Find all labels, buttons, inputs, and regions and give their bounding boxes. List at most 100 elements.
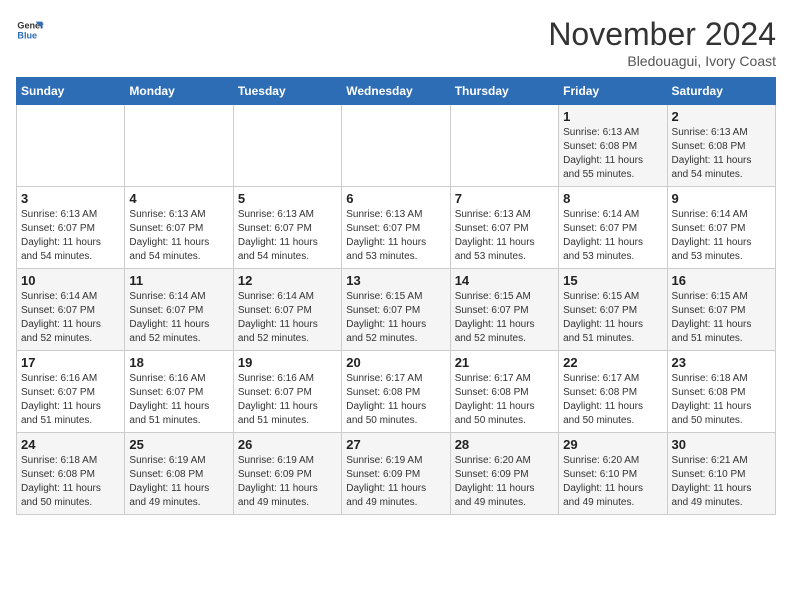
day-info: Sunrise: 6:14 AM Sunset: 6:07 PM Dayligh…: [21, 290, 120, 346]
day-info: Sunrise: 6:19 AM Sunset: 6:09 PM Dayligh…: [238, 454, 337, 510]
page-header: General Blue November 2024 Bledouagui, I…: [16, 16, 776, 69]
month-title: November 2024: [548, 16, 776, 53]
day-cell: [450, 105, 558, 187]
day-number: 9: [672, 191, 771, 206]
day-info: Sunrise: 6:13 AM Sunset: 6:07 PM Dayligh…: [455, 208, 554, 264]
day-number: 13: [346, 273, 445, 288]
day-cell: 6 Sunrise: 6:13 AM Sunset: 6:07 PM Daylig…: [342, 187, 450, 269]
day-info: Sunrise: 6:13 AM Sunset: 6:07 PM Dayligh…: [21, 208, 120, 264]
day-info: Sunrise: 6:16 AM Sunset: 6:07 PM Dayligh…: [238, 372, 337, 428]
day-info: Sunrise: 6:13 AM Sunset: 6:07 PM Dayligh…: [346, 208, 445, 264]
day-cell: 15 Sunrise: 6:15 AM Sunset: 6:07 PM Dayli…: [559, 269, 667, 351]
day-info: Sunrise: 6:14 AM Sunset: 6:07 PM Dayligh…: [563, 208, 662, 264]
day-cell: 28 Sunrise: 6:20 AM Sunset: 6:09 PM Dayli…: [450, 433, 558, 515]
day-number: 22: [563, 355, 662, 370]
day-info: Sunrise: 6:15 AM Sunset: 6:07 PM Dayligh…: [672, 290, 771, 346]
day-cell: 11Sunrise: 6:14 AM Sunset: 6:07 PM Dayli…: [125, 269, 233, 351]
day-number: 21: [455, 355, 554, 370]
day-cell: 2 Sunrise: 6:13 AM Sunset: 6:08 PM Daylig…: [667, 105, 775, 187]
day-info: Sunrise: 6:21 AM Sunset: 6:10 PM Dayligh…: [672, 454, 771, 510]
day-cell: 22 Sunrise: 6:17 AM Sunset: 6:08 PM Dayli…: [559, 351, 667, 433]
weekday-header-wednesday: Wednesday: [342, 78, 450, 105]
day-cell: [233, 105, 341, 187]
day-cell: 16 Sunrise: 6:15 AM Sunset: 6:07 PM Dayli…: [667, 269, 775, 351]
day-number: 14: [455, 273, 554, 288]
day-cell: 26 Sunrise: 6:19 AM Sunset: 6:09 PM Dayli…: [233, 433, 341, 515]
day-cell: 13Sunrise: 6:15 AM Sunset: 6:07 PM Dayli…: [342, 269, 450, 351]
day-cell: 9Sunrise: 6:14 AM Sunset: 6:07 PM Daylig…: [667, 187, 775, 269]
title-block: November 2024 Bledouagui, Ivory Coast: [548, 16, 776, 69]
day-cell: 27Sunrise: 6:19 AM Sunset: 6:09 PM Dayli…: [342, 433, 450, 515]
logo: General Blue: [16, 16, 44, 44]
weekday-header-friday: Friday: [559, 78, 667, 105]
day-cell: 25 Sunrise: 6:19 AM Sunset: 6:08 PM Dayli…: [125, 433, 233, 515]
day-info: Sunrise: 6:15 AM Sunset: 6:07 PM Dayligh…: [455, 290, 554, 346]
svg-text:Blue: Blue: [17, 30, 37, 40]
day-number: 23: [672, 355, 771, 370]
day-number: 29: [563, 437, 662, 452]
week-row-3: 10 Sunrise: 6:14 AM Sunset: 6:07 PM Dayli…: [17, 269, 776, 351]
day-info: Sunrise: 6:18 AM Sunset: 6:08 PM Dayligh…: [672, 372, 771, 428]
weekday-header-sunday: Sunday: [17, 78, 125, 105]
day-cell: 10 Sunrise: 6:14 AM Sunset: 6:07 PM Dayli…: [17, 269, 125, 351]
day-number: 25: [129, 437, 228, 452]
day-number: 24: [21, 437, 120, 452]
week-row-4: 17 Sunrise: 6:16 AM Sunset: 6:07 PM Dayli…: [17, 351, 776, 433]
day-info: Sunrise: 6:13 AM Sunset: 6:07 PM Dayligh…: [238, 208, 337, 264]
day-cell: 14 Sunrise: 6:15 AM Sunset: 6:07 PM Dayli…: [450, 269, 558, 351]
day-number: 2: [672, 109, 771, 124]
day-number: 19: [238, 355, 337, 370]
day-number: 10: [21, 273, 120, 288]
day-cell: 18 Sunrise: 6:16 AM Sunset: 6:07 PM Dayli…: [125, 351, 233, 433]
day-number: 15: [563, 273, 662, 288]
day-cell: 8Sunrise: 6:14 AM Sunset: 6:07 PM Daylig…: [559, 187, 667, 269]
day-number: 27: [346, 437, 445, 452]
day-cell: 12 Sunrise: 6:14 AM Sunset: 6:07 PM Dayli…: [233, 269, 341, 351]
day-info: Sunrise: 6:13 AM Sunset: 6:07 PM Dayligh…: [129, 208, 228, 264]
week-row-2: 3 Sunrise: 6:13 AM Sunset: 6:07 PM Daylig…: [17, 187, 776, 269]
day-info: Sunrise: 6:19 AM Sunset: 6:08 PM Dayligh…: [129, 454, 228, 510]
day-cell: [342, 105, 450, 187]
day-cell: [17, 105, 125, 187]
day-cell: 30 Sunrise: 6:21 AM Sunset: 6:10 PM Dayli…: [667, 433, 775, 515]
day-cell: [125, 105, 233, 187]
day-info: Sunrise: 6:20 AM Sunset: 6:09 PM Dayligh…: [455, 454, 554, 510]
day-number: 18: [129, 355, 228, 370]
day-info: Sunrise: 6:17 AM Sunset: 6:08 PM Dayligh…: [346, 372, 445, 428]
day-number: 6: [346, 191, 445, 206]
day-cell: 5 Sunrise: 6:13 AM Sunset: 6:07 PM Daylig…: [233, 187, 341, 269]
day-cell: 23 Sunrise: 6:18 AM Sunset: 6:08 PM Dayli…: [667, 351, 775, 433]
day-number: 28: [455, 437, 554, 452]
location: Bledouagui, Ivory Coast: [548, 53, 776, 69]
day-number: 26: [238, 437, 337, 452]
week-row-1: 1 Sunrise: 6:13 AM Sunset: 6:08 PM Daylig…: [17, 105, 776, 187]
day-info: Sunrise: 6:13 AM Sunset: 6:08 PM Dayligh…: [672, 126, 771, 182]
day-info: Sunrise: 6:18 AM Sunset: 6:08 PM Dayligh…: [21, 454, 120, 510]
day-cell: 20Sunrise: 6:17 AM Sunset: 6:08 PM Dayli…: [342, 351, 450, 433]
day-info: Sunrise: 6:16 AM Sunset: 6:07 PM Dayligh…: [129, 372, 228, 428]
weekday-header-tuesday: Tuesday: [233, 78, 341, 105]
day-cell: 19 Sunrise: 6:16 AM Sunset: 6:07 PM Dayli…: [233, 351, 341, 433]
day-cell: 29Sunrise: 6:20 AM Sunset: 6:10 PM Dayli…: [559, 433, 667, 515]
day-number: 17: [21, 355, 120, 370]
day-cell: 1Sunrise: 6:13 AM Sunset: 6:08 PM Daylig…: [559, 105, 667, 187]
day-cell: 7 Sunrise: 6:13 AM Sunset: 6:07 PM Daylig…: [450, 187, 558, 269]
weekday-header-saturday: Saturday: [667, 78, 775, 105]
day-number: 12: [238, 273, 337, 288]
day-number: 4: [129, 191, 228, 206]
day-info: Sunrise: 6:14 AM Sunset: 6:07 PM Dayligh…: [238, 290, 337, 346]
day-number: 3: [21, 191, 120, 206]
day-number: 1: [563, 109, 662, 124]
weekday-header-row: SundayMondayTuesdayWednesdayThursdayFrid…: [17, 78, 776, 105]
day-number: 5: [238, 191, 337, 206]
day-number: 30: [672, 437, 771, 452]
day-info: Sunrise: 6:17 AM Sunset: 6:08 PM Dayligh…: [563, 372, 662, 428]
logo-icon: General Blue: [16, 16, 44, 44]
day-info: Sunrise: 6:15 AM Sunset: 6:07 PM Dayligh…: [563, 290, 662, 346]
day-number: 7: [455, 191, 554, 206]
day-cell: 24 Sunrise: 6:18 AM Sunset: 6:08 PM Dayli…: [17, 433, 125, 515]
weekday-header-thursday: Thursday: [450, 78, 558, 105]
day-number: 16: [672, 273, 771, 288]
day-info: Sunrise: 6:16 AM Sunset: 6:07 PM Dayligh…: [21, 372, 120, 428]
day-number: 11: [129, 273, 228, 288]
